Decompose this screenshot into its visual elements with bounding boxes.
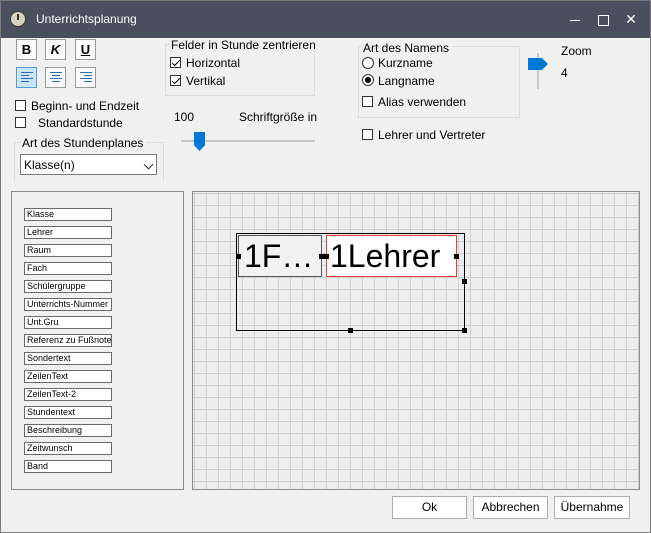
teacher-substitute-label: Lehrer und Vertreter xyxy=(378,128,486,142)
field-item[interactable]: Unt.Gru xyxy=(24,316,112,329)
teacher-substitute-checkbox[interactable] xyxy=(362,129,373,140)
plan-type-title: Art des Stundenplanes xyxy=(22,136,147,150)
resize-handle[interactable] xyxy=(462,328,467,333)
begin-end-checkbox[interactable] xyxy=(15,100,26,111)
zoom-label: Zoom xyxy=(561,44,592,58)
align-center-icon xyxy=(50,72,62,83)
close-icon: ✕ xyxy=(625,11,637,27)
align-left-button[interactable] xyxy=(16,67,37,88)
short-name-radio[interactable] xyxy=(362,57,374,69)
vertical-checkbox[interactable] xyxy=(170,75,181,86)
align-right-button[interactable] xyxy=(75,67,96,88)
alias-label: Alias verwenden xyxy=(378,95,467,109)
resize-handle[interactable] xyxy=(348,328,353,333)
field-item[interactable]: Unterrichts-Nummer xyxy=(24,298,112,311)
field-item[interactable]: Beschreibung xyxy=(24,424,112,437)
resize-handle[interactable] xyxy=(454,254,459,259)
resize-handle[interactable] xyxy=(462,279,467,284)
align-left-icon xyxy=(21,72,33,83)
bold-button[interactable]: B xyxy=(16,39,37,60)
plan-type-value: Klasse(n) xyxy=(24,158,75,172)
field-item[interactable]: Sondertext xyxy=(24,352,112,365)
horizontal-checkbox[interactable] xyxy=(170,57,181,68)
align-center-button[interactable] xyxy=(45,67,66,88)
plan-type-select[interactable]: Klasse(n) xyxy=(20,154,157,175)
long-name-radio[interactable] xyxy=(362,74,374,86)
short-name-label: Kurzname xyxy=(378,56,433,70)
underline-button[interactable]: U xyxy=(75,39,96,60)
dialog-window: Unterrichtsplanung ✕ B K U Felder in Stu… xyxy=(0,0,651,533)
horizontal-label: Horizontal xyxy=(186,56,241,70)
clock-app-icon xyxy=(10,11,26,27)
name-type-title: Art des Namens xyxy=(363,41,453,55)
center-fields-title: Felder in Stunde zentrieren xyxy=(171,38,319,52)
field-item[interactable]: Band xyxy=(24,460,112,473)
ok-button[interactable]: Ok xyxy=(392,496,467,519)
teacher-field-cell[interactable]: 1Lehrer xyxy=(326,235,457,277)
zoom-slider-thumb[interactable] xyxy=(528,58,548,70)
font-size-value: 100 xyxy=(174,110,195,124)
field-item[interactable]: ZeilenText xyxy=(24,370,112,383)
resize-handle[interactable] xyxy=(236,254,241,259)
begin-end-label: Beginn- und Endzeit xyxy=(31,99,140,113)
maximize-icon xyxy=(597,14,609,26)
resize-handle[interactable] xyxy=(324,254,329,259)
maximize-button[interactable] xyxy=(590,7,616,31)
title-bar: Unterrichtsplanung ✕ xyxy=(1,1,650,38)
field-list-panel: Klasse Lehrer Raum Fach Schülergruppe Unterri… xyxy=(11,191,184,490)
zoom-value: 4 xyxy=(561,66,568,80)
field-item[interactable]: Zeitwunsch xyxy=(24,442,112,455)
font-size-slider-thumb[interactable] xyxy=(194,132,205,151)
field-item[interactable]: Lehrer xyxy=(24,226,112,239)
align-right-icon xyxy=(80,72,92,83)
long-name-label: Langname xyxy=(378,74,435,88)
standard-lesson-label: Standardstunde xyxy=(38,116,123,130)
standard-lesson-checkbox[interactable] xyxy=(15,117,26,128)
field-item[interactable]: Referenz zu Fußnote xyxy=(24,334,112,347)
cancel-button[interactable]: Abbrechen xyxy=(473,496,548,519)
field-item[interactable]: Klasse xyxy=(24,208,112,221)
window-title: Unterrichtsplanung xyxy=(36,12,137,26)
apply-button[interactable]: Übernahme xyxy=(554,496,630,519)
close-button[interactable]: ✕ xyxy=(618,7,644,31)
minimize-icon xyxy=(570,19,580,21)
font-size-label: Schriftgröße in xyxy=(239,110,318,124)
field-item[interactable]: ZeilenText-2 xyxy=(24,388,112,401)
alias-checkbox[interactable] xyxy=(362,96,373,107)
vertical-label: Vertikal xyxy=(186,74,226,88)
minimize-button[interactable] xyxy=(562,7,588,31)
field-item[interactable]: Stundentext xyxy=(24,406,112,419)
field-item[interactable]: Fach xyxy=(24,262,112,275)
field-item[interactable]: Schülergruppe xyxy=(24,280,112,293)
field-item[interactable]: Raum xyxy=(24,244,112,257)
chevron-down-icon xyxy=(143,159,154,170)
italic-button[interactable]: K xyxy=(45,39,66,60)
class-field-cell[interactable]: 1F… xyxy=(238,235,322,277)
